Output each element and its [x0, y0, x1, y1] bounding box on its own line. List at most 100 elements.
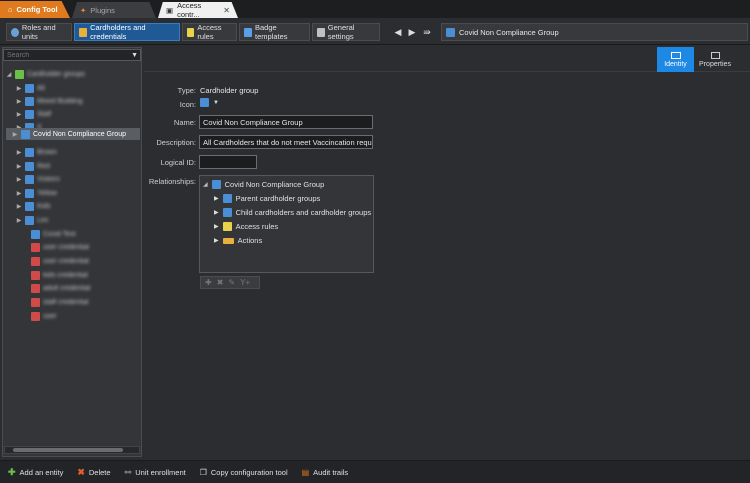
tab-properties-label: Properties: [699, 60, 731, 68]
tree-item-label: Kids: [37, 202, 51, 210]
relationship-actions[interactable]: ▶ Actions: [200, 234, 373, 247]
settings-icon: [317, 27, 325, 37]
home-icon: ⌂: [8, 5, 13, 14]
cardholder-group-icon: [25, 96, 34, 106]
search-box[interactable]: ▼: [3, 49, 141, 61]
icon-picker[interactable]: ▼: [200, 98, 219, 107]
tab-properties[interactable]: Properties: [695, 47, 735, 72]
expand-icon[interactable]: ◢: [6, 71, 12, 78]
go-icon[interactable]: ⇛: [421, 26, 433, 38]
add-entity-label: Add an entity: [19, 467, 64, 477]
tree-item[interactable]: user credential: [6, 241, 140, 253]
cardholder-group-icon: [21, 129, 30, 139]
roles-and-units-label: Roles and units: [21, 23, 56, 41]
expand-icon[interactable]: ▶: [12, 131, 18, 138]
tab-access-control[interactable]: ▣ Access contr... ✕: [158, 2, 238, 18]
credential-icon: [31, 283, 40, 293]
breadcrumb-label: Covid Non Compliance Group: [459, 27, 559, 37]
tree-item[interactable]: user: [6, 310, 140, 322]
tree-item[interactable]: staff credential: [6, 296, 140, 308]
task-toolbar: Roles and units Cardholders and credenti…: [0, 20, 750, 45]
tree-item[interactable]: ◢ Cardholder groups: [6, 68, 140, 80]
expand-icon[interactable]: ▶: [214, 209, 219, 216]
relationship-child-groups[interactable]: ▶ Child cardholders and cardholder group…: [200, 206, 373, 219]
expand-icon[interactable]: ▶: [16, 190, 22, 197]
expand-icon[interactable]: ▶: [16, 203, 22, 210]
expand-icon[interactable]: ▶: [214, 195, 219, 202]
scrollbar-thumb[interactable]: [13, 448, 123, 452]
tree-item[interactable]: ▶ Les: [6, 214, 140, 226]
relationship-actions-label: Actions: [237, 236, 263, 245]
expand-icon[interactable]: ▶: [16, 217, 22, 224]
icon-label: Icon:: [179, 100, 196, 109]
relationship-buttons: ✚ ✖ ✎ Y+: [200, 276, 260, 289]
plus-icon: ✚: [8, 466, 16, 477]
tree-item[interactable]: ▶ Brown: [6, 146, 140, 158]
entity-breadcrumb[interactable]: Covid Non Compliance Group: [441, 23, 748, 41]
expand-icon[interactable]: ▶: [214, 223, 219, 230]
filter-icon[interactable]: ▼: [131, 52, 138, 59]
app-window: ⌂ Config Tool ✦ Plugins ▣ Access contr..…: [0, 0, 750, 483]
tree-item-label: All: [37, 84, 45, 92]
expand-icon[interactable]: ▶: [16, 163, 22, 170]
cardholder-group-icon: [211, 180, 221, 189]
tree-item-label: Cardholder groups: [27, 70, 85, 78]
cardholder-group-icon: [25, 83, 34, 93]
tab-config-tool[interactable]: ⌂ Config Tool: [0, 1, 70, 18]
tree-item[interactable]: user credential: [6, 255, 140, 267]
logical-id-field[interactable]: [199, 155, 257, 169]
chevron-down-icon: ▼: [213, 99, 219, 106]
collapse-icon[interactable]: ◢: [203, 181, 208, 188]
search-input[interactable]: [7, 51, 127, 59]
tree-item[interactable]: ▶ Yellow: [6, 187, 140, 199]
description-field[interactable]: All Cardholders that do not meet Vaccinc…: [199, 135, 373, 149]
add-entity-button[interactable]: ✚ Add an entity: [8, 467, 63, 478]
expand-icon[interactable]: ▶: [16, 98, 22, 105]
add-icon[interactable]: ✚: [205, 278, 212, 287]
tab-identity[interactable]: Identity: [657, 47, 694, 72]
copy-config-button[interactable]: ❐ Copy configuration tool: [200, 468, 288, 477]
expand-icon[interactable]: ▶: [16, 149, 22, 156]
tree-item-label: user credential: [43, 243, 89, 251]
expand-icon[interactable]: ▶: [16, 85, 22, 92]
cardholder-group-icon: [200, 98, 209, 107]
filter-icon[interactable]: Y+: [240, 278, 250, 287]
tree-item[interactable]: kids credential: [6, 269, 140, 281]
delete-label: Delete: [88, 467, 111, 477]
relationship-parent-label: Parent cardholder groups: [235, 194, 321, 203]
cardholders-icon: [79, 27, 88, 37]
tab-strip: ⌂ Config Tool ✦ Plugins ▣ Access contr..…: [0, 0, 750, 18]
delete-button[interactable]: ✖ Delete: [77, 467, 110, 478]
roles-and-units-button[interactable]: Roles and units: [6, 23, 72, 41]
remove-icon[interactable]: ✖: [217, 278, 224, 287]
relationship-root[interactable]: ◢ Covid Non Compliance Group: [200, 178, 373, 191]
tab-plugins[interactable]: ✦ Plugins: [72, 2, 156, 18]
back-arrow-icon[interactable]: ◀: [392, 26, 404, 38]
tree-item[interactable]: adult credential: [6, 282, 140, 294]
expand-icon[interactable]: ▶: [214, 237, 219, 244]
close-tab-icon[interactable]: ✕: [223, 6, 230, 15]
general-settings-button[interactable]: General settings: [312, 23, 380, 41]
expand-icon[interactable]: ▶: [16, 111, 22, 118]
tree-item-label: Covid Test: [43, 230, 76, 238]
relationship-parent-groups[interactable]: ▶ Parent cardholder groups: [200, 192, 373, 205]
cardholder-group-icon: [25, 201, 34, 211]
badge-templates-button[interactable]: Badge templates: [239, 23, 310, 41]
expand-icon[interactable]: ▶: [16, 176, 22, 183]
name-field[interactable]: Covid Non Compliance Group: [199, 115, 373, 129]
forward-arrow-icon[interactable]: ▶: [406, 26, 418, 38]
cardholders-credentials-button[interactable]: Cardholders and credentials: [74, 23, 180, 41]
credential-icon: [31, 297, 40, 307]
audit-trails-button[interactable]: ▤ Audit trails: [302, 468, 349, 477]
audit-trails-label: Audit trails: [313, 467, 349, 477]
access-rules-icon: [187, 27, 195, 37]
access-rules-button[interactable]: Access rules: [182, 23, 237, 41]
cardholder-group-icon: [25, 215, 34, 225]
access-rules-label: Access rules: [197, 23, 222, 41]
edit-icon[interactable]: ✎: [228, 278, 235, 287]
tree-item-label: adult credential: [43, 284, 91, 292]
tree-item[interactable]: ▶ Kids: [6, 200, 140, 212]
tree-item[interactable]: Covid Test: [6, 228, 140, 240]
relationship-access-rules[interactable]: ▶ Access rules: [200, 220, 373, 233]
unit-enrollment-button[interactable]: ⚯ Unit enrollment: [125, 468, 186, 477]
